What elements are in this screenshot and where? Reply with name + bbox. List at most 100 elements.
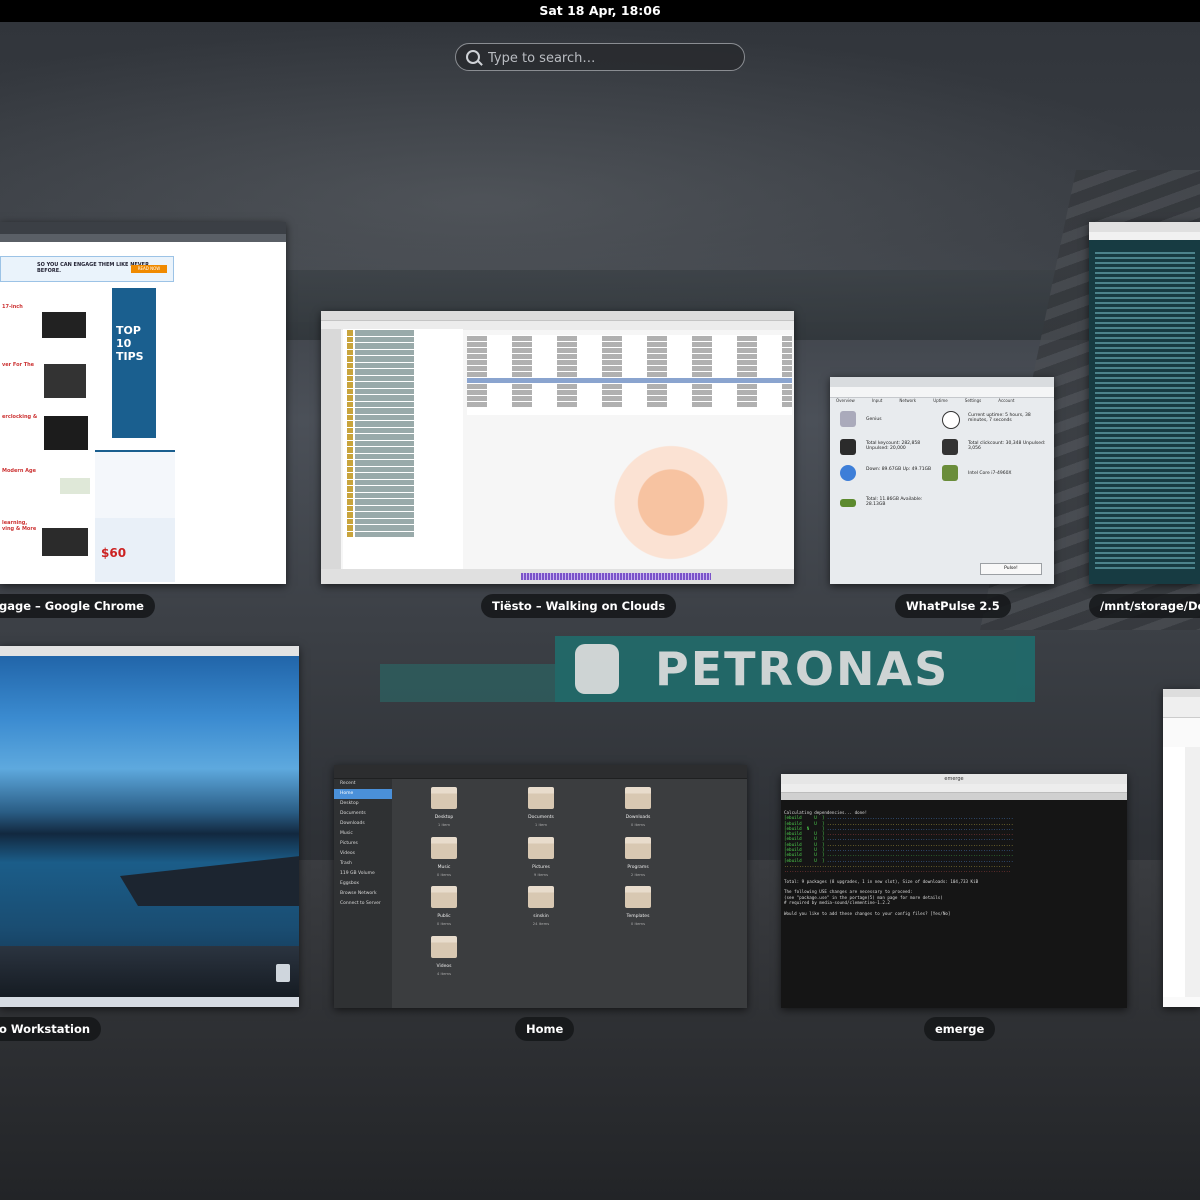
- whatpulse-tab-settings: Settings: [964, 398, 982, 403]
- window-caption-editor[interactable]: /mnt/storage/Docume: [1089, 594, 1200, 618]
- search-input[interactable]: [486, 48, 740, 68]
- window-caption-files[interactable]: Home: [515, 1017, 575, 1041]
- pulse-button[interactable]: Pulse!: [980, 563, 1042, 575]
- files-sidebar-item: Downloads: [340, 821, 365, 826]
- terminal-line: # required by media-sound/clementine-1.2…: [784, 900, 890, 906]
- whatpulse-row-uptime: Current uptime: 5 hours, 38 minutes, 7 s…: [942, 411, 1048, 431]
- terminal-title: emerge: [944, 776, 964, 782]
- files-sidebar-item-active: Home: [334, 789, 392, 799]
- clock[interactable]: Sat 18 Apr, 18:06: [539, 3, 660, 18]
- editor-text: [1095, 252, 1195, 572]
- window-thumbnail-partial-right[interactable]: [1163, 689, 1200, 1007]
- car-ad-price: $60: [101, 546, 127, 560]
- files-sidebar-item: Browse Network: [340, 891, 377, 896]
- partial-window-toolbar: [1163, 697, 1200, 718]
- whatpulse-network: Down: 89.67GB Up: 49.71GB: [866, 467, 932, 472]
- rank-icon: [840, 411, 856, 427]
- terminal-prompt: Would you like to add these changes to y…: [784, 910, 951, 916]
- window-caption-workstation[interactable]: o Workstation: [0, 1017, 102, 1041]
- window-thumbnail-whatpulse[interactable]: Overview Input Network Uptime Settings A…: [830, 377, 1054, 584]
- article-heading-1: 17-inch: [2, 304, 23, 310]
- window-caption-music-player[interactable]: Tiësto – Walking on Clouds: [481, 594, 677, 618]
- whatpulse-tabs: Overview Input Network Uptime Settings A…: [830, 387, 1054, 403]
- chrome-titlebar: [0, 222, 286, 234]
- whatpulse-row-cpu: Intel Core i7-4960X: [942, 465, 1048, 485]
- whatpulse-row-keys: Total keycount: 282,858 Unpulsed: 20,000: [840, 439, 930, 459]
- window-thumbnail-workstation[interactable]: [0, 646, 299, 1007]
- article-image-laptop: [42, 312, 86, 338]
- folder-label: Templates: [626, 914, 650, 919]
- music-waveform: [521, 573, 711, 580]
- folder-label: Videos: [436, 964, 452, 969]
- editor-titlebar: [1089, 222, 1200, 232]
- whatpulse-cpu: Intel Core i7-4960X: [968, 471, 1012, 476]
- side-ad-headline: TOP 10 TIPS: [116, 324, 144, 363]
- window-thumbnail-files[interactable]: Recent Home Desktop Documents Downloads …: [334, 765, 747, 1008]
- window-caption-whatpulse[interactable]: WhatPulse 2.5: [895, 594, 1011, 618]
- whatpulse-memory: Total: 11.86GB Available: 28.13GB: [866, 497, 923, 507]
- folder-label: Documents: [528, 815, 554, 820]
- files-sidebar-item: Pictures: [340, 841, 358, 846]
- folder-label: Downloads: [625, 815, 651, 820]
- banner-ad-button: READ NOW: [131, 265, 167, 273]
- workstation-wallpaper-deck: [0, 946, 299, 998]
- article-heading-3: erclocking &: [2, 414, 38, 420]
- folder-count: 4 items: [436, 971, 452, 976]
- folder-icon: [431, 787, 457, 809]
- folder-count: 1 item: [437, 822, 451, 827]
- folder-count: 0 items: [630, 921, 646, 926]
- partial-window-titlebar: [1163, 689, 1200, 697]
- search-icon: [466, 50, 480, 64]
- whatpulse-row-network: Down: 89.67GB Up: 49.71GB: [840, 465, 931, 485]
- folder-count: 0 items: [436, 872, 452, 877]
- folder-icon: [528, 837, 554, 859]
- workstation-titlebar: [0, 646, 299, 656]
- terminal-line: Total: 9 packages (8 upgrades, 1 in new …: [784, 878, 979, 884]
- whatpulse-rank: Genius: [866, 417, 882, 422]
- folder-icon: [528, 886, 554, 908]
- search-box[interactable]: [455, 43, 745, 71]
- terminal-line: The following USE changes are necessary …: [784, 889, 913, 895]
- top-bar: Sat 18 Apr, 18:06: [0, 0, 1200, 22]
- background-petronas-banner: PETRONAS: [555, 636, 1035, 702]
- recycle-bin-icon: [276, 964, 290, 982]
- whatpulse-clicks: Total clickcount: 30,348 Unpulsed: 3,056: [968, 441, 1046, 451]
- window-caption-terminal[interactable]: emerge: [924, 1017, 996, 1041]
- folder-count: 2 items: [630, 872, 646, 877]
- mouse-icon: [942, 439, 958, 455]
- folder-count: 0 items: [436, 921, 452, 926]
- files-sidebar: Recent Home Desktop Documents Downloads …: [334, 779, 392, 1008]
- window-caption-chrome[interactable]: gage – Google Chrome: [0, 594, 155, 618]
- folder-label: Public: [437, 914, 451, 919]
- terminal-titlebar: emerge: [781, 774, 1127, 784]
- keyboard-icon: [840, 439, 856, 455]
- whatpulse-keys: Total keycount: 282,858 Unpulsed: 20,000: [866, 441, 921, 451]
- window-thumbnail-editor[interactable]: [1089, 222, 1200, 584]
- article-heading-4: Modern Age: [2, 468, 36, 474]
- whatpulse-titlebar: [830, 377, 1054, 387]
- whatpulse-row-rank: Genius: [840, 411, 930, 431]
- window-thumbnail-music-player[interactable]: [321, 311, 794, 584]
- whatpulse-tab-account: Account: [998, 398, 1015, 403]
- workstation-taskbar: [0, 997, 299, 1007]
- window-thumbnail-terminal[interactable]: emerge Calculating dependencies... done!…: [781, 774, 1127, 1008]
- files-sidebar-item: Connect to Server: [340, 901, 381, 906]
- terminal-menubar: [781, 784, 1127, 793]
- folder-icon: [625, 886, 651, 908]
- partial-window-content: [1163, 747, 1200, 997]
- files-sidebar-item: Desktop: [340, 801, 359, 806]
- folder-icon: [431, 886, 457, 908]
- window-thumbnail-chrome[interactable]: SO YOU CAN ENGAGE THEM LIKE NEVER BEFORE…: [0, 222, 286, 584]
- whatpulse-row-memory: Total: 11.86GB Available: 28.13GB: [840, 495, 930, 515]
- article-image-gpu: [44, 416, 88, 450]
- terminal-line: (see "package.use" in the portage(5) man…: [784, 894, 943, 900]
- background-banner-left: [380, 664, 555, 702]
- music-playlist: [467, 335, 792, 415]
- whatpulse-tab-input: Input: [871, 398, 883, 403]
- folder-count: 9 items: [533, 872, 549, 877]
- folder-label: Programs: [627, 865, 649, 870]
- article-image-greygoo: [60, 478, 90, 494]
- whatpulse-tab-uptime: Uptime: [933, 398, 948, 403]
- banner-logo: [575, 644, 619, 694]
- terminal-tab: [781, 793, 1127, 800]
